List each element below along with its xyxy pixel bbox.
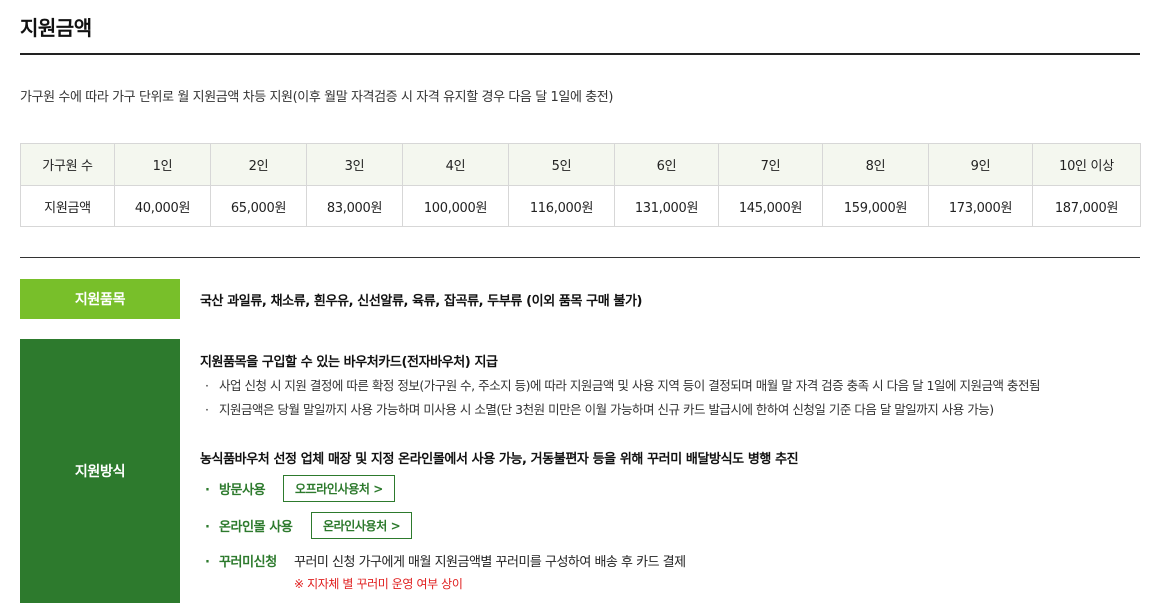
- bullet-text: 사업 신청 시 지원 결정에 따른 확정 정보(가구원 수, 주소지 등)에 따…: [219, 378, 1040, 393]
- header-cell: 9인: [928, 143, 1033, 186]
- bullet-icon: ·: [205, 520, 210, 535]
- page-title: 지원금액: [20, 16, 92, 40]
- table-header-row: 가구원 수 1인 2인 3인 4인 5인 6인 7인 8인 9인 10인 이상: [20, 143, 1141, 186]
- amount-cell: 187,000원: [1032, 185, 1141, 227]
- table-row: 지원금액 40,000원 65,000원 83,000원 100,000원 11…: [20, 185, 1141, 227]
- header-label-cell: 가구원 수: [20, 143, 115, 186]
- amount-cell: 145,000원: [718, 185, 823, 227]
- amount-cell: 131,000원: [614, 185, 719, 227]
- list-item: · 사업 신청 시 지원 결정에 따른 확정 정보(가구원 수, 주소지 등)에 …: [205, 375, 1040, 394]
- bullet-icon: ·: [205, 402, 209, 417]
- visit-usage-label: · 방문사용: [205, 483, 266, 498]
- header-cell: 1인: [114, 143, 211, 186]
- list-item: · 지원금액은 당월 말일까지 사용 가능하며 미사용 시 소멸(단 3천원 미만…: [205, 399, 994, 418]
- amount-cell: 83,000원: [306, 185, 403, 227]
- online-store-button[interactable]: 온라인사용처 >: [311, 512, 413, 539]
- online-usage-row: · 온라인몰 사용 온라인사용처 >: [205, 512, 413, 539]
- support-items-text: 국산 과일류, 채소류, 흰우유, 신선알류, 육류, 잡곡류, 두부류 (이외…: [200, 294, 643, 309]
- bullet-icon: ·: [205, 378, 209, 393]
- support-method-label: 지원방식: [20, 339, 180, 603]
- support-items-label: 지원품목: [20, 279, 180, 319]
- header-cell: 10인 이상: [1032, 143, 1141, 186]
- bullet-text: 지원금액은 당월 말일까지 사용 가능하며 미사용 시 소멸(단 3천원 미만은…: [219, 402, 994, 417]
- header-cell: 6인: [614, 143, 719, 186]
- support-description: 가구원 수에 따라 가구 단위로 월 지원금액 차등 지원(이후 월말 자격검증…: [20, 90, 614, 105]
- header-cell: 4인: [402, 143, 509, 186]
- header-cell: 8인: [822, 143, 929, 186]
- header-cell: 7인: [718, 143, 823, 186]
- package-description: 꾸러미 신청 가구에게 매월 지원금액별 꾸러미를 구성하여 배송 후 카드 결…: [294, 555, 686, 570]
- offline-store-button[interactable]: 오프라인사용처 >: [283, 475, 395, 502]
- amount-cell: 159,000원: [822, 185, 929, 227]
- header-cell: 2인: [210, 143, 307, 186]
- amount-cell: 65,000원: [210, 185, 307, 227]
- row-label-cell: 지원금액: [20, 185, 115, 227]
- bullet-icon: ·: [205, 483, 210, 498]
- bullet-icon: ·: [205, 555, 210, 570]
- package-usage-row: · 꾸러미신청 꾸러미 신청 가구에게 매월 지원금액별 꾸러미를 구성하여 배송…: [205, 551, 686, 570]
- online-usage-label: · 온라인몰 사용: [205, 520, 293, 535]
- voucher-heading: 지원품목을 구입할 수 있는 바우처카드(전자바우처) 지급: [200, 355, 498, 370]
- support-amount-table: 가구원 수 1인 2인 3인 4인 5인 6인 7인 8인 9인 10인 이상 …: [20, 143, 1141, 227]
- amount-cell: 116,000원: [508, 185, 615, 227]
- package-usage-label: · 꾸러미신청: [205, 555, 277, 570]
- section-divider: [20, 257, 1140, 258]
- visit-usage-row: · 방문사용 오프라인사용처 >: [205, 475, 395, 502]
- amount-cell: 100,000원: [402, 185, 509, 227]
- package-note: ※ 지자체 별 꾸러미 운영 여부 상이: [294, 577, 463, 591]
- header-cell: 5인: [508, 143, 615, 186]
- title-divider: [20, 53, 1140, 55]
- amount-cell: 40,000원: [114, 185, 211, 227]
- amount-cell: 173,000원: [928, 185, 1033, 227]
- usage-heading: 농식품바우처 선정 업체 매장 및 지정 온라인몰에서 사용 가능, 거동불편자…: [200, 452, 799, 467]
- header-cell: 3인: [306, 143, 403, 186]
